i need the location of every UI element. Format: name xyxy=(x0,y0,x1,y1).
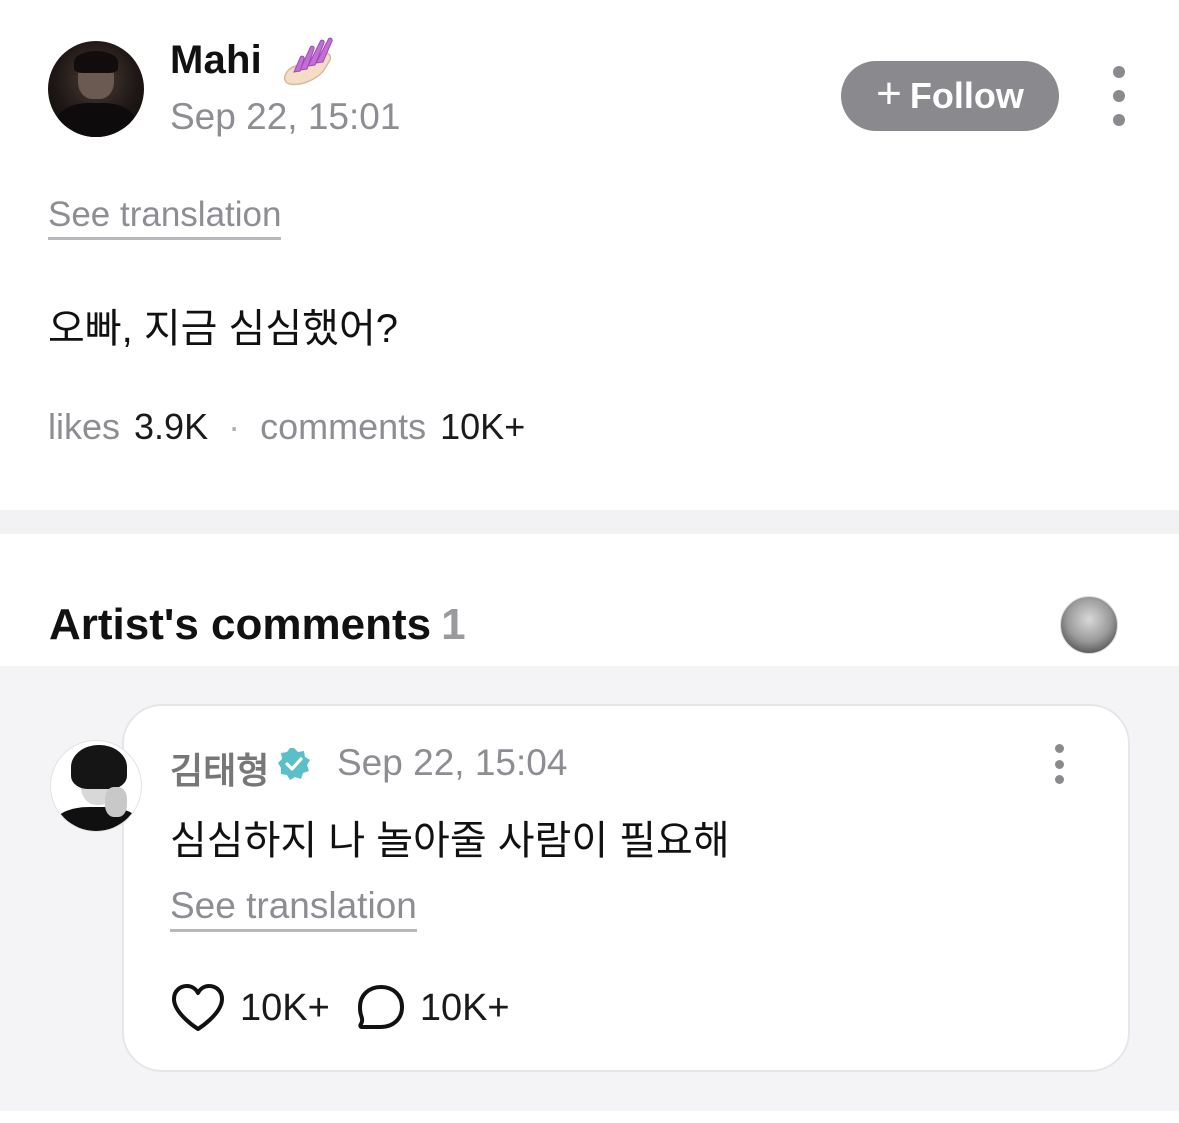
comment-timestamp: Sep 22, 15:04 xyxy=(337,742,568,783)
stats-separator: · xyxy=(228,406,241,447)
comment-more-options-icon[interactable] xyxy=(1048,744,1070,784)
avatar-hair xyxy=(71,745,127,789)
comment-reply-count: 10K+ xyxy=(419,986,510,1029)
comment-actions: 10K+ 10K+ xyxy=(170,982,536,1034)
post: Mahi Sep 22, 15:01 + Follow See translat… xyxy=(0,0,1179,510)
artist-mini-avatar[interactable] xyxy=(1060,596,1118,654)
avatar-hand xyxy=(105,787,127,817)
avatar-body xyxy=(56,103,136,137)
comment-like-count: 10K+ xyxy=(240,986,330,1029)
plus-icon: + xyxy=(876,69,902,118)
likes-label: likes xyxy=(48,406,121,447)
more-options-icon[interactable] xyxy=(1104,66,1134,126)
artist-comments-title: Artist's comments 1 xyxy=(49,600,466,650)
avatar-hair xyxy=(74,51,118,73)
section-divider xyxy=(0,510,1179,534)
follow-button[interactable]: + Follow xyxy=(841,61,1059,131)
heart-icon[interactable] xyxy=(170,983,226,1033)
verified-badge-icon xyxy=(278,748,310,780)
comment-author-name[interactable]: 김태형 xyxy=(170,742,269,794)
likes-count[interactable]: 3.9K xyxy=(134,406,208,448)
comments-count[interactable]: 10K+ xyxy=(440,406,525,448)
artist-comments-heading: Artist's comments xyxy=(49,600,432,649)
comments-label: comments xyxy=(260,406,427,447)
follow-label: Follow xyxy=(909,75,1024,116)
artist-avatar[interactable] xyxy=(50,740,142,832)
post-body-text: 오빠, 지금 심심했어? xyxy=(48,307,398,351)
author-name[interactable]: Mahi xyxy=(170,38,262,83)
author-avatar[interactable] xyxy=(48,41,144,137)
comment-see-translation-link[interactable]: See translation xyxy=(170,885,417,932)
see-translation-link[interactable]: See translation xyxy=(48,195,282,240)
post-stats: likes 3.9K · comments 10K+ xyxy=(48,406,525,448)
post-timestamp: Sep 22, 15:01 xyxy=(170,96,401,137)
comment-text: 심심하지 나 놀아줄 사람이 필요해 xyxy=(170,819,730,863)
nail-polish-icon xyxy=(284,37,333,86)
artist-comments-count: 1 xyxy=(441,600,466,649)
avatar-suit xyxy=(55,807,139,831)
reply-bubble-icon[interactable] xyxy=(356,983,406,1033)
